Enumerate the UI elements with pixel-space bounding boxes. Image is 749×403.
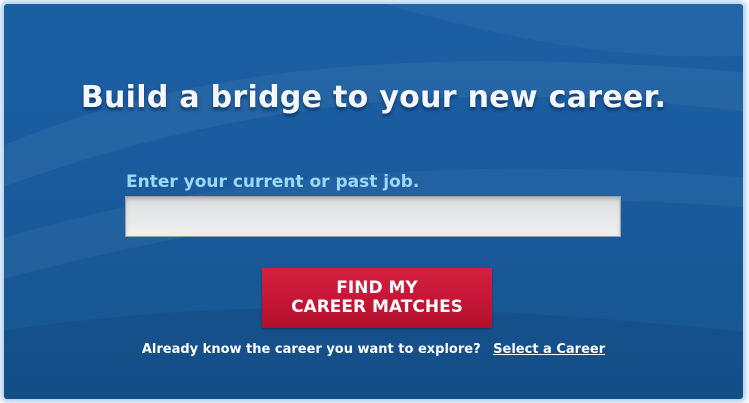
- page-headline: Build a bridge to your new career.: [80, 80, 667, 115]
- widget-frame: Build a bridge to your new career. Enter…: [4, 4, 743, 399]
- explore-career-row: Already know the career you want to expl…: [4, 342, 743, 357]
- job-search-input[interactable]: [125, 196, 621, 237]
- select-career-link[interactable]: Select a Career: [493, 342, 605, 357]
- explore-prompt-text: Already know the career you want to expl…: [141, 342, 481, 357]
- find-button-line-1: FIND MY: [336, 278, 418, 298]
- find-button-line-2: CAREER MATCHES: [291, 297, 463, 317]
- find-career-matches-button[interactable]: FIND MY CAREER MATCHES: [262, 268, 492, 328]
- career-search-panel: Build a bridge to your new career. Enter…: [4, 4, 743, 399]
- job-input-label: Enter your current or past job.: [126, 172, 420, 192]
